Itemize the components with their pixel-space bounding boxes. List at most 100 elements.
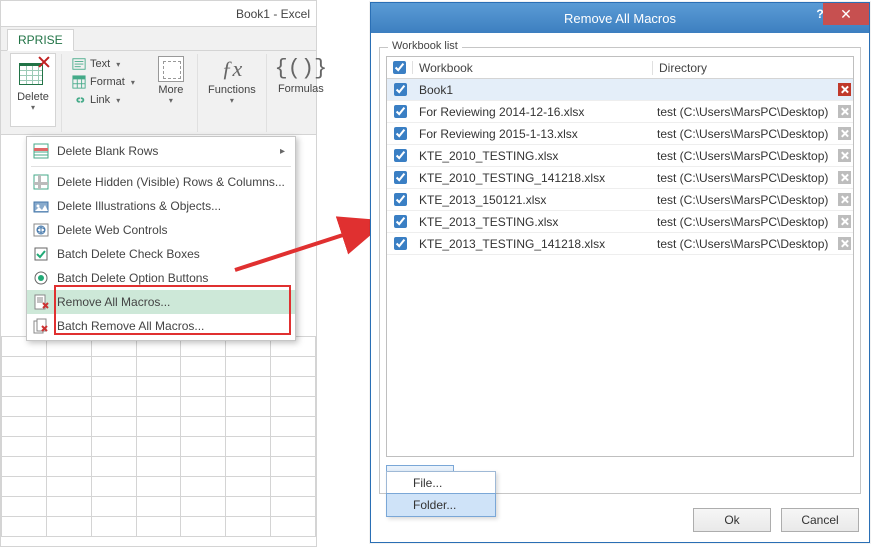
menu-item[interactable]: Delete Hidden (Visible) Rows & Columns..… bbox=[27, 170, 295, 194]
text-button-label: Text bbox=[90, 58, 110, 70]
cancel-button[interactable]: Cancel bbox=[781, 508, 859, 532]
add-menu-item[interactable]: File... bbox=[387, 472, 495, 494]
workbook-row[interactable]: KTE_2010_TESTING.xlsxtest (C:\Users\Mars… bbox=[387, 145, 853, 167]
menu-item-label: Delete Web Controls bbox=[57, 223, 168, 237]
menu-item[interactable]: Batch Delete Check Boxes bbox=[27, 242, 295, 266]
row-remove-cell bbox=[835, 193, 853, 206]
functions-button[interactable]: ƒx Functions ▾ bbox=[204, 54, 260, 126]
row-remove-button[interactable] bbox=[838, 149, 851, 162]
row-workbook-name: For Reviewing 2014-12-16.xlsx bbox=[413, 105, 651, 119]
menu-item-icon bbox=[33, 318, 49, 334]
row-remove-cell bbox=[835, 215, 853, 228]
row-checkbox[interactable] bbox=[394, 237, 407, 250]
row-remove-button[interactable] bbox=[838, 215, 851, 228]
row-remove-button[interactable] bbox=[838, 105, 851, 118]
menu-item[interactable]: Delete Web Controls bbox=[27, 218, 295, 242]
dialog-titlebar[interactable]: Remove All Macros ? ✕ bbox=[371, 3, 869, 33]
row-remove-cell bbox=[835, 83, 853, 96]
row-workbook-name: Book1 bbox=[413, 83, 651, 97]
format-button[interactable]: Format ▾ bbox=[68, 74, 139, 90]
row-remove-button[interactable] bbox=[838, 127, 851, 140]
link-button[interactable]: Link ▾ bbox=[68, 92, 139, 108]
close-button[interactable]: ✕ bbox=[823, 3, 869, 25]
workbook-row[interactable]: KTE_2013_TESTING.xlsxtest (C:\Users\Mars… bbox=[387, 211, 853, 233]
row-checkbox[interactable] bbox=[394, 149, 407, 162]
menu-item[interactable]: Batch Remove All Macros... bbox=[27, 314, 295, 338]
row-checkbox-cell bbox=[387, 83, 413, 96]
fx-icon: ƒx bbox=[221, 56, 242, 82]
row-directory: test (C:\Users\MarsPC\Desktop) bbox=[651, 149, 835, 163]
menu-item-label: Delete Hidden (Visible) Rows & Columns..… bbox=[57, 175, 285, 189]
row-checkbox-cell bbox=[387, 127, 413, 140]
menu-item-icon bbox=[33, 143, 49, 159]
menu-item[interactable]: Remove All Macros... bbox=[27, 290, 295, 314]
menu-item[interactable]: Delete Illustrations & Objects... bbox=[27, 194, 295, 218]
menu-item-label: Delete Blank Rows bbox=[57, 144, 158, 158]
functions-button-label: Functions bbox=[208, 82, 256, 96]
row-checkbox-cell bbox=[387, 193, 413, 206]
workbook-list-header: Workbook Directory bbox=[387, 57, 853, 79]
row-checkbox[interactable] bbox=[394, 193, 407, 206]
row-remove-cell bbox=[835, 237, 853, 250]
delete-button[interactable]: Delete ▾ bbox=[11, 54, 55, 126]
row-workbook-name: KTE_2013_TESTING.xlsx bbox=[413, 215, 651, 229]
menu-item-icon bbox=[33, 198, 49, 214]
row-workbook-name: KTE_2010_TESTING.xlsx bbox=[413, 149, 651, 163]
row-directory: test (C:\Users\MarsPC\Desktop) bbox=[651, 105, 835, 119]
row-checkbox[interactable] bbox=[394, 215, 407, 228]
header-workbook[interactable]: Workbook bbox=[413, 61, 653, 75]
formulas-button-label: Formulas bbox=[278, 81, 324, 95]
add-menu-item[interactable]: Folder... bbox=[386, 493, 496, 517]
menu-item-label: Batch Remove All Macros... bbox=[57, 319, 204, 333]
dialog-button-row: Ok Cancel bbox=[693, 508, 859, 532]
row-checkbox[interactable] bbox=[394, 171, 407, 184]
row-directory: test (C:\Users\MarsPC\Desktop) bbox=[651, 237, 835, 251]
workbook-row[interactable]: For Reviewing 2015-1-13.xlsxtest (C:\Use… bbox=[387, 123, 853, 145]
workbook-row[interactable]: For Reviewing 2014-12-16.xlsxtest (C:\Us… bbox=[387, 101, 853, 123]
menu-item[interactable]: Delete Blank Rows▸ bbox=[27, 139, 295, 163]
more-button[interactable]: More ▾ bbox=[151, 54, 191, 126]
chevron-down-icon: ▾ bbox=[116, 60, 120, 69]
workbook-row[interactable]: Book1 bbox=[387, 79, 853, 101]
ribbon: Delete ▾ Text ▾ Format ▾ bbox=[1, 51, 316, 135]
menu-item-label: Batch Delete Check Boxes bbox=[57, 247, 200, 261]
excel-title: Book1 - Excel bbox=[236, 7, 310, 21]
menu-item-label: Remove All Macros... bbox=[57, 295, 170, 309]
format-icon bbox=[72, 75, 86, 89]
check-all-checkbox[interactable] bbox=[393, 61, 406, 74]
workbook-row[interactable]: KTE_2013_150121.xlsxtest (C:\Users\MarsP… bbox=[387, 189, 853, 211]
link-button-label: Link bbox=[90, 94, 110, 106]
menu-item-icon bbox=[33, 270, 49, 286]
row-remove-button[interactable] bbox=[838, 237, 851, 250]
ribbon-group-delete: Delete ▾ bbox=[5, 54, 62, 132]
chevron-down-icon: ▾ bbox=[131, 78, 135, 87]
text-button[interactable]: Text ▾ bbox=[68, 56, 139, 72]
chevron-down-icon: ▾ bbox=[116, 96, 120, 105]
row-workbook-name: KTE_2013_150121.xlsx bbox=[413, 193, 651, 207]
ribbon-tab-enterprise[interactable]: RPRISE bbox=[7, 29, 74, 51]
formulas-button[interactable]: {()} Formulas bbox=[273, 54, 329, 126]
workbook-row[interactable]: KTE_2013_TESTING_141218.xlsxtest (C:\Use… bbox=[387, 233, 853, 255]
row-checkbox-cell bbox=[387, 215, 413, 228]
format-button-label: Format bbox=[90, 76, 125, 88]
header-directory[interactable]: Directory bbox=[653, 61, 853, 75]
chevron-down-icon: ▾ bbox=[169, 96, 173, 105]
row-checkbox-cell bbox=[387, 149, 413, 162]
row-checkbox-cell bbox=[387, 171, 413, 184]
ok-button[interactable]: Ok bbox=[693, 508, 771, 532]
worksheet-grid[interactable] bbox=[1, 336, 316, 546]
row-checkbox[interactable] bbox=[394, 127, 407, 140]
menu-item-icon bbox=[33, 294, 49, 310]
row-checkbox[interactable] bbox=[394, 105, 407, 118]
row-remove-button[interactable] bbox=[838, 193, 851, 206]
row-remove-button[interactable] bbox=[838, 171, 851, 184]
menu-item[interactable]: Batch Delete Option Buttons bbox=[27, 266, 295, 290]
row-directory: test (C:\Users\MarsPC\Desktop) bbox=[651, 171, 835, 185]
workbook-list: Workbook Directory Book1 For Reviewing 20… bbox=[386, 56, 854, 457]
add-dropdown-menu: File...Folder... bbox=[386, 471, 496, 517]
workbook-row[interactable]: KTE_2010_TESTING_141218.xlsxtest (C:\Use… bbox=[387, 167, 853, 189]
header-check-all[interactable] bbox=[387, 61, 413, 74]
row-checkbox[interactable] bbox=[394, 83, 407, 96]
row-remove-button[interactable] bbox=[838, 83, 851, 96]
chevron-down-icon: ▾ bbox=[31, 103, 35, 112]
